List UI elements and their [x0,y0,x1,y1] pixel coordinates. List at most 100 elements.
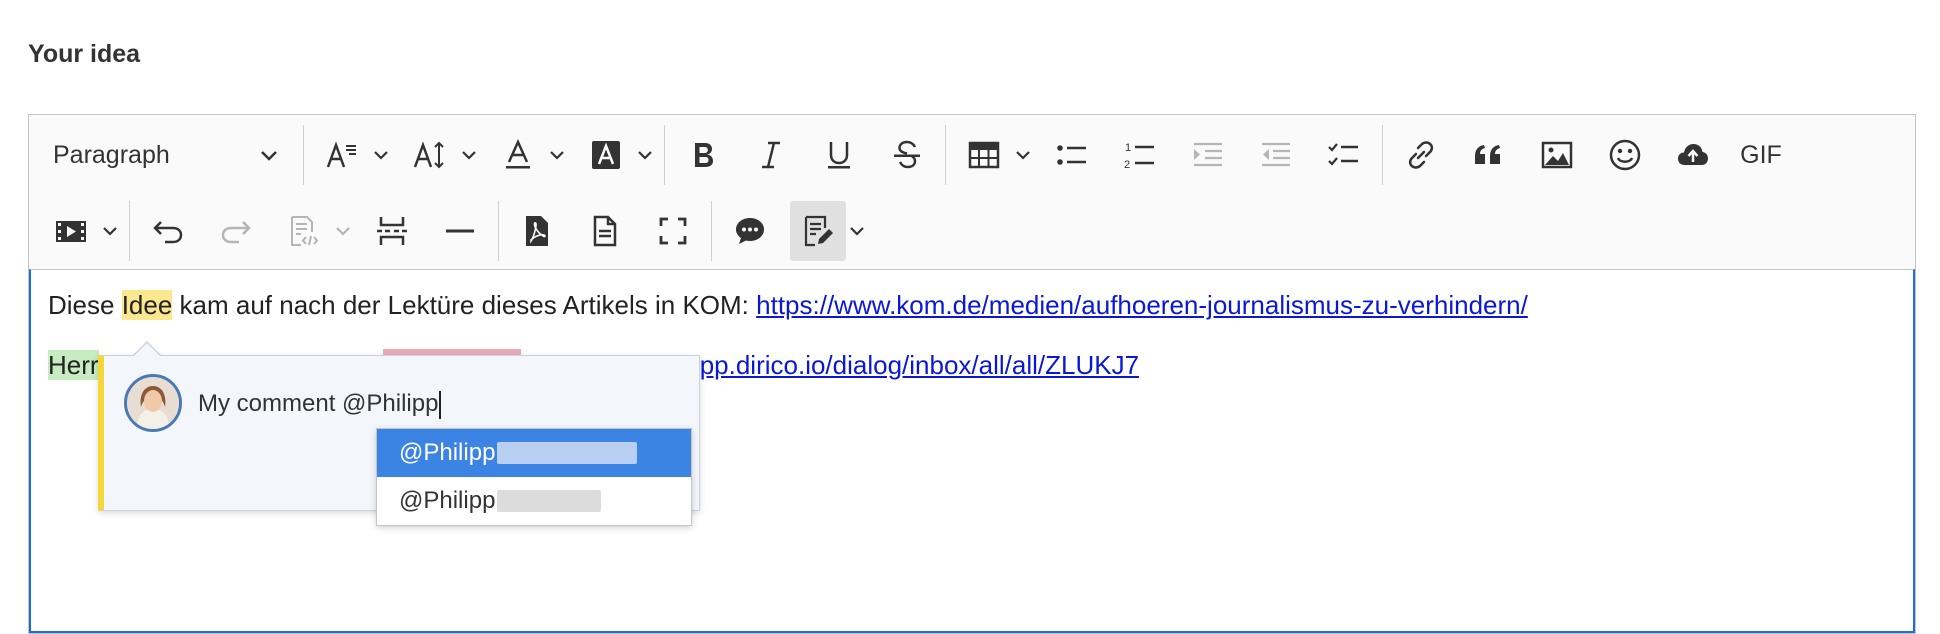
gif-button[interactable]: GIF [1733,125,1789,185]
comment-highlight[interactable]: Idee [121,290,173,320]
toolbar-separator [1382,125,1383,185]
link-button[interactable] [1393,125,1449,185]
avatar [124,374,182,432]
background-color-icon [592,141,620,169]
media-embed-dropdown[interactable] [99,201,121,261]
todo-list-button[interactable] [1316,125,1372,185]
svg-text:1: 1 [1125,142,1131,154]
chevron-down-icon [850,227,864,236]
comment-button[interactable] [722,201,778,261]
track-changes-dropdown[interactable] [846,201,868,261]
link-icon [1408,141,1434,169]
underline-icon [828,142,850,169]
chevron-down-icon [336,227,350,236]
background-color-button[interactable] [578,125,634,185]
undo-icon [153,221,183,244]
toolbar-separator [129,201,130,261]
chevron-down-icon [1016,151,1030,160]
strikethrough-icon [894,140,920,169]
line-height-icon [413,141,444,169]
outdent-button[interactable] [1248,125,1304,185]
track-changes-icon [804,215,833,247]
source-editing-dropdown[interactable] [332,201,354,261]
bulleted-list-button[interactable] [1044,125,1100,185]
pdf-icon [526,216,548,246]
emoji-button[interactable] [1597,125,1653,185]
chevron-down-icon [550,151,564,160]
line-height-button[interactable] [402,125,458,185]
bold-button[interactable] [675,125,731,185]
font-size-dropdown[interactable] [370,125,392,185]
media-embed-button[interactable] [43,201,99,261]
todo-list-icon [1328,143,1358,166]
paragraph-1: Diese Idee kam auf nach der Lektüre dies… [48,290,1528,321]
mention-option[interactable]: @Philipp [377,477,691,525]
insert-table-button[interactable] [956,125,1012,185]
font-color-button[interactable] [490,125,546,185]
redacted-name [497,442,638,464]
smiley-icon [1609,139,1641,171]
upload-button[interactable] [1665,125,1721,185]
fullscreen-icon [659,217,687,245]
toolbar-separator [945,125,946,185]
redo-button[interactable] [208,201,264,261]
strikethrough-button[interactable] [879,125,935,185]
field-label: Your idea [28,40,141,68]
font-size-icon [326,141,356,168]
italic-icon [762,141,780,169]
insert-image-button[interactable] [1529,125,1585,185]
fullscreen-button[interactable] [645,201,701,261]
export-word-button[interactable] [577,201,633,261]
table-icon [968,141,1000,169]
chevron-down-icon [638,151,652,160]
insert-table-dropdown[interactable] [1012,125,1034,185]
mention-option-label: @Philipp [399,439,496,466]
outdent-icon [1262,142,1290,167]
indent-icon [1194,142,1222,167]
suggestion-highlight[interactable]: Herr [48,350,99,380]
indent-button[interactable] [1180,125,1236,185]
mention-option[interactable]: @Philipp [377,429,691,477]
font-size-button[interactable] [314,125,370,185]
underline-button[interactable] [811,125,867,185]
comment-input[interactable]: My comment @Philipp [198,390,442,419]
cloud-upload-icon [1678,144,1708,165]
paragraph-text: Diese [48,290,122,320]
article-link[interactable]: https://www.kom.de/medien/aufhoeren-jour… [756,290,1528,320]
film-icon [56,221,86,242]
numbered-list-icon: 12 [1124,142,1154,171]
font-color-icon [506,138,530,169]
background-color-dropdown[interactable] [634,125,656,185]
line-height-dropdown[interactable] [458,125,480,185]
bold-icon [695,143,713,167]
heading-dropdown-label: Paragraph [53,140,170,169]
quote-icon [1475,145,1500,164]
heading-dropdown[interactable]: Paragraph [41,125,291,185]
font-color-dropdown[interactable] [546,125,568,185]
chevron-down-icon [103,227,117,236]
toolbar-separator [664,125,665,185]
numbered-list-button[interactable]: 12 [1112,125,1168,185]
mention-option-label: @Philipp [399,487,496,514]
track-changes-button[interactable] [790,201,846,261]
export-pdf-button[interactable] [509,201,565,261]
undo-button[interactable] [140,201,196,261]
source-code-icon [291,216,319,246]
toolbar-separator [711,201,712,261]
italic-button[interactable] [743,125,799,185]
svg-text:2: 2 [1124,159,1130,171]
horizontal-line-button[interactable] [432,201,488,261]
comment-icon [736,218,764,244]
blockquote-button[interactable] [1461,125,1517,185]
source-editing-button[interactable] [276,201,332,261]
page-break-button[interactable] [364,201,420,261]
page-break-icon [377,217,407,245]
dirico-link[interactable]: s://app.dirico.io/dialog/inbox/all/all/Z… [651,350,1139,380]
horizontal-line-icon [446,229,474,233]
paragraph-text: kam auf nach der Lektüre dieses Artikels… [172,290,757,320]
toolbar-row-2 [29,193,1915,269]
chevron-down-icon [261,151,277,161]
gif-label: GIF [1740,140,1782,169]
chevron-down-icon [462,151,476,160]
toolbar-separator [498,201,499,261]
